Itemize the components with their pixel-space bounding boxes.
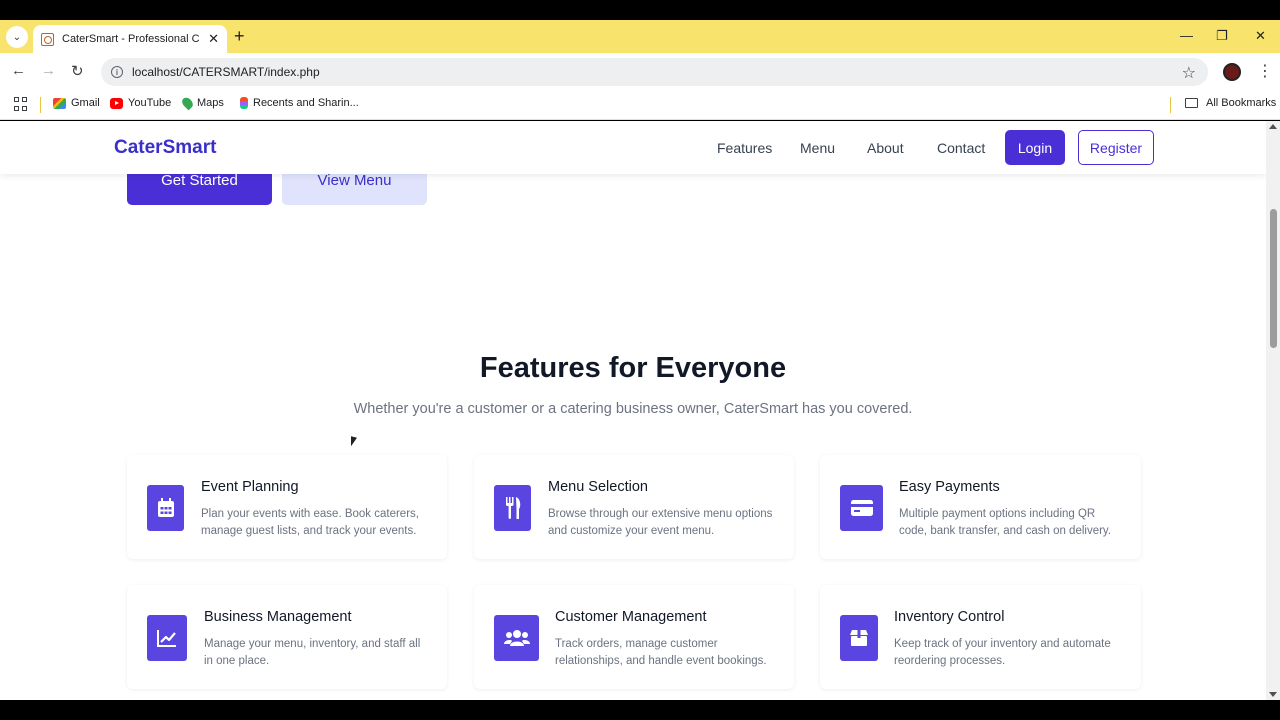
figma-icon — [240, 97, 248, 109]
chart-line-icon — [147, 615, 187, 661]
active-tab[interactable]: CaterSmart - Professional Cater ✕ — [33, 25, 227, 53]
new-tab-icon[interactable]: + — [234, 27, 245, 45]
nav-contact[interactable]: Contact — [937, 140, 985, 156]
site-favicon-icon — [41, 32, 54, 46]
maps-icon — [180, 95, 195, 111]
users-icon — [494, 615, 539, 661]
feature-card-desc: Browse through our extensive menu option… — [548, 508, 773, 537]
bookmark-label: Maps — [197, 97, 224, 109]
features-subtitle: Whether you're a customer or a catering … — [353, 401, 913, 417]
window-close-icon[interactable]: ✕ — [1255, 28, 1266, 44]
url-text[interactable]: localhost/CATERSMART/index.php — [132, 65, 320, 79]
bookmark-separator — [1170, 97, 1171, 113]
feature-card-desc: Manage your menu, inventory, and staff a… — [204, 638, 421, 667]
screen: ⌄ CaterSmart - Professional Cater ✕ + — … — [0, 0, 1280, 720]
menu-kebab-icon[interactable]: ⋮ — [1257, 61, 1273, 81]
box-icon — [840, 615, 878, 661]
bookmark-label: Gmail — [71, 97, 100, 109]
tab-search-button[interactable]: ⌄ — [6, 26, 28, 48]
scroll-up-icon[interactable] — [1269, 124, 1277, 129]
bookmark-maps[interactable]: Maps — [180, 95, 224, 111]
bookmark-label: YouTube — [128, 97, 172, 109]
browser-toolbar: ← → ↻ i localhost/CATERSMART/index.php ☆… — [0, 53, 1280, 91]
feature-card-title: Inventory Control — [894, 609, 1005, 625]
feature-card-desc: Plan your events with ease. Book caterer… — [201, 508, 419, 537]
calendar-icon — [147, 485, 184, 531]
minimize-icon[interactable]: — — [1180, 28, 1193, 43]
page-scrollbar[interactable] — [1266, 121, 1280, 700]
feature-card-inventory-control: Inventory Control Keep track of your inv… — [820, 585, 1141, 689]
site-navbar: CaterSmart Features Menu About Contact L… — [0, 121, 1266, 174]
utensils-icon — [494, 485, 531, 531]
register-button[interactable]: Register — [1078, 130, 1154, 165]
back-icon[interactable]: ← — [11, 62, 26, 79]
brand-logo[interactable]: CaterSmart — [114, 137, 216, 159]
bookmark-recents[interactable]: Recents and Sharin... — [240, 97, 359, 109]
all-bookmarks-label: All Bookmarks — [1206, 97, 1277, 109]
nav-features[interactable]: Features — [717, 140, 772, 156]
credit-card-icon — [840, 485, 883, 531]
site-info-icon[interactable]: i — [111, 66, 123, 78]
folder-icon — [1185, 98, 1198, 108]
gmail-icon — [53, 97, 66, 109]
feature-card-title: Business Management — [204, 609, 352, 625]
feature-card-desc: Track orders, manage customer relationsh… — [555, 638, 767, 667]
reload-icon[interactable]: ↻ — [71, 62, 84, 80]
top-bar — [0, 0, 1280, 20]
feature-card-customer-management: Customer Management Track orders, manage… — [474, 585, 794, 689]
address-bar[interactable]: i localhost/CATERSMART/index.php ☆ — [101, 58, 1208, 86]
bookmark-label: Recents and Sharin... — [253, 97, 359, 109]
bookmark-star-icon[interactable]: ☆ — [1182, 63, 1196, 83]
feature-card-business-management: Business Management Manage your menu, in… — [127, 585, 447, 689]
feature-card-easy-payments: Easy Payments Multiple payment options i… — [820, 455, 1141, 559]
bookmark-gmail[interactable]: Gmail — [53, 97, 100, 109]
feature-card-title: Customer Management — [555, 609, 707, 625]
page-viewport: CaterSmart Features Menu About Contact L… — [0, 121, 1266, 700]
feature-card-desc: Keep track of your inventory and automat… — [894, 638, 1111, 667]
feature-card-event-planning: Event Planning Plan your events with eas… — [127, 455, 447, 559]
nav-menu[interactable]: Menu — [800, 140, 835, 156]
login-button[interactable]: Login — [1005, 130, 1065, 165]
bookmarks-bar: Gmail YouTube Maps Recents and Sharin...… — [0, 91, 1280, 120]
scrollbar-thumb[interactable] — [1270, 209, 1277, 348]
tab-strip: ⌄ CaterSmart - Professional Cater ✕ + — … — [0, 20, 1280, 53]
feature-card-title: Menu Selection — [548, 479, 648, 495]
profile-avatar[interactable] — [1223, 63, 1241, 81]
all-bookmarks[interactable]: All Bookmarks — [1185, 97, 1276, 109]
feature-card-title: Event Planning — [201, 479, 299, 495]
nav-about[interactable]: About — [867, 140, 904, 156]
forward-icon[interactable]: → — [41, 62, 56, 79]
bookmark-separator — [40, 97, 41, 113]
restore-icon[interactable]: ❐ — [1216, 28, 1228, 44]
bottom-bar — [0, 700, 1280, 720]
feature-card-menu-selection: Menu Selection Browse through our extens… — [474, 455, 794, 559]
feature-card-desc: Multiple payment options including QR co… — [899, 508, 1112, 537]
apps-grid-icon[interactable] — [14, 97, 28, 111]
tab-close-icon[interactable]: ✕ — [208, 31, 219, 47]
features-title: Features for Everyone — [479, 352, 787, 384]
youtube-icon — [110, 97, 123, 109]
tab-title: CaterSmart - Professional Cater — [62, 33, 200, 45]
scroll-down-icon[interactable] — [1269, 692, 1277, 697]
mouse-cursor-icon — [351, 436, 357, 448]
bookmark-youtube[interactable]: YouTube — [110, 97, 171, 109]
feature-card-title: Easy Payments — [899, 479, 1000, 495]
